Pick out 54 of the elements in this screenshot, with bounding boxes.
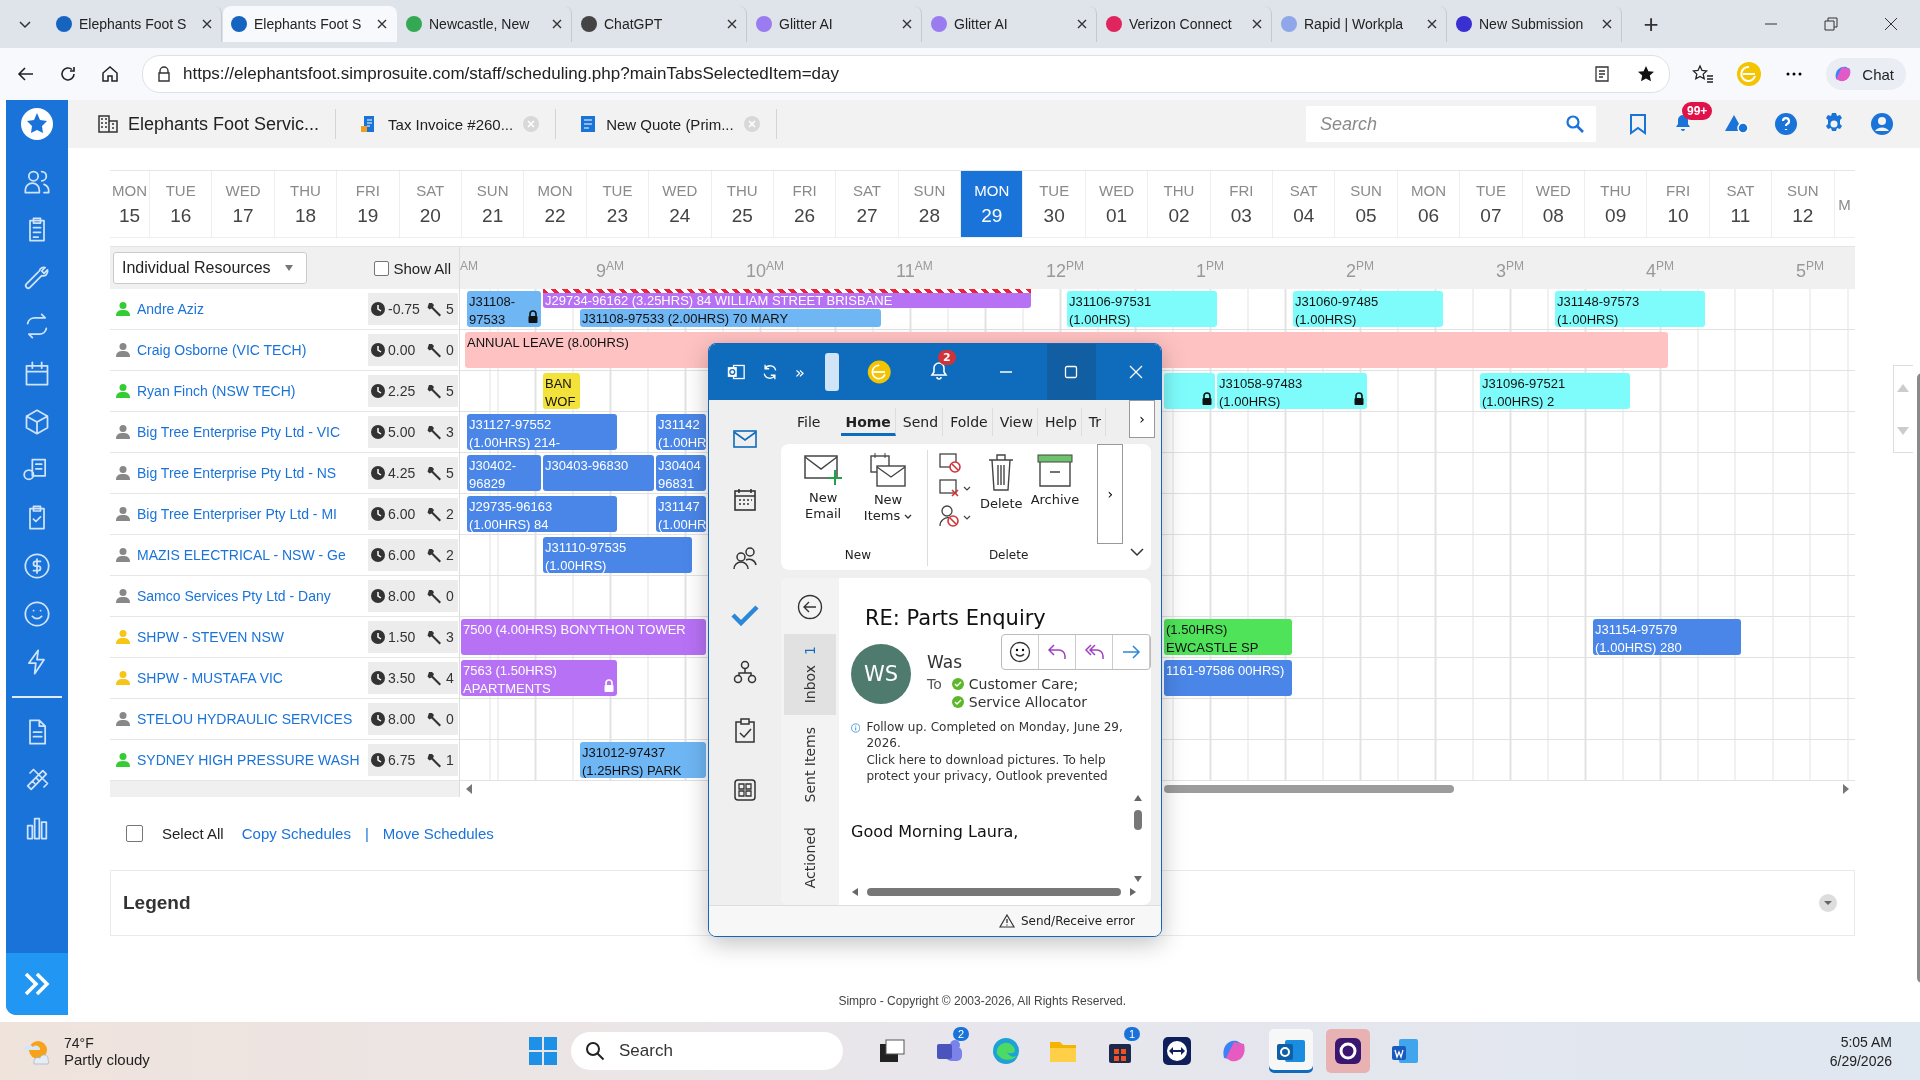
checkbox-label: Select All xyxy=(162,825,224,842)
job-count: 5 xyxy=(446,301,454,317)
job-count: 3 xyxy=(446,424,454,440)
job-count: 0 xyxy=(446,342,454,358)
hours-value: 4.25 xyxy=(388,465,417,481)
hours-value: 8.00 xyxy=(388,588,417,604)
job-count: 0 xyxy=(446,711,454,727)
hour-label: 10$^{AM}$ xyxy=(746,259,785,282)
group-label: Delete xyxy=(988,548,1029,564)
hour-label: 12$^{PM}$ xyxy=(1046,259,1085,282)
temperature-text: 74°F xyxy=(64,1034,95,1051)
sender-name: Was xyxy=(927,652,963,672)
hour-label: 5$^{PM}$ xyxy=(1796,259,1824,282)
hours-value: 6.00 xyxy=(388,506,417,522)
separator-text: | xyxy=(364,825,369,842)
job-count: 4 xyxy=(446,670,454,686)
job-count: 3 xyxy=(446,629,454,645)
copyright-text: Simpro - Copyright © 2003-2026, All Rights Reserved. xyxy=(837,994,1128,1008)
message-subject: RE: Parts Enquiry xyxy=(865,606,1047,630)
hour-label: 4$^{PM}$ xyxy=(1646,259,1674,282)
sender-avatar: WS xyxy=(851,644,911,704)
follow-up-text: Follow up. Completed on Monday, June 29, 2026. xyxy=(866,720,1124,752)
hours-value: 0.00 xyxy=(388,342,417,358)
hour-label: 2$^{PM}$ xyxy=(1346,259,1374,282)
to-label: To xyxy=(927,676,942,694)
hours-value: 5.00 xyxy=(388,424,417,440)
message-body: Good Morning Laura, xyxy=(851,822,1020,844)
hours-value: -0.75 xyxy=(388,301,421,317)
hours-value: 6.75 xyxy=(388,752,417,768)
weather-text: Partly cloudy xyxy=(64,1050,150,1068)
job-count: 0 xyxy=(446,588,454,604)
checkbox-label: Show All xyxy=(393,259,451,277)
job-count: 5 xyxy=(446,383,454,399)
hour-label: 1$^{PM}$ xyxy=(1196,259,1224,282)
job-count: 5 xyxy=(446,465,454,481)
job-count: 1 xyxy=(446,752,454,768)
hour-label: AM xyxy=(460,259,478,275)
status-text: Send/Receive error xyxy=(1020,914,1135,928)
notification-badge: 1 xyxy=(1123,1027,1140,1041)
job-count: 2 xyxy=(446,547,454,563)
notification-badge: 99+ xyxy=(1682,102,1713,120)
job-count: 2 xyxy=(446,506,454,522)
hours-value: 6.00 xyxy=(388,547,417,563)
hour-label: 11$^{AM}$ xyxy=(896,259,933,282)
notification-badge: 2 xyxy=(937,350,956,365)
hours-value: 1.50 xyxy=(388,629,417,645)
notification-badge: 2 xyxy=(952,1027,969,1041)
hours-value: 2.25 xyxy=(388,383,417,399)
hours-value: 3.50 xyxy=(388,670,417,686)
hour-label: 9$^{AM}$ xyxy=(596,259,624,282)
hour-label: 3$^{PM}$ xyxy=(1496,259,1524,282)
group-label: New xyxy=(844,548,872,564)
hours-value: 8.00 xyxy=(388,711,417,727)
legend-title: Legend xyxy=(123,892,191,914)
